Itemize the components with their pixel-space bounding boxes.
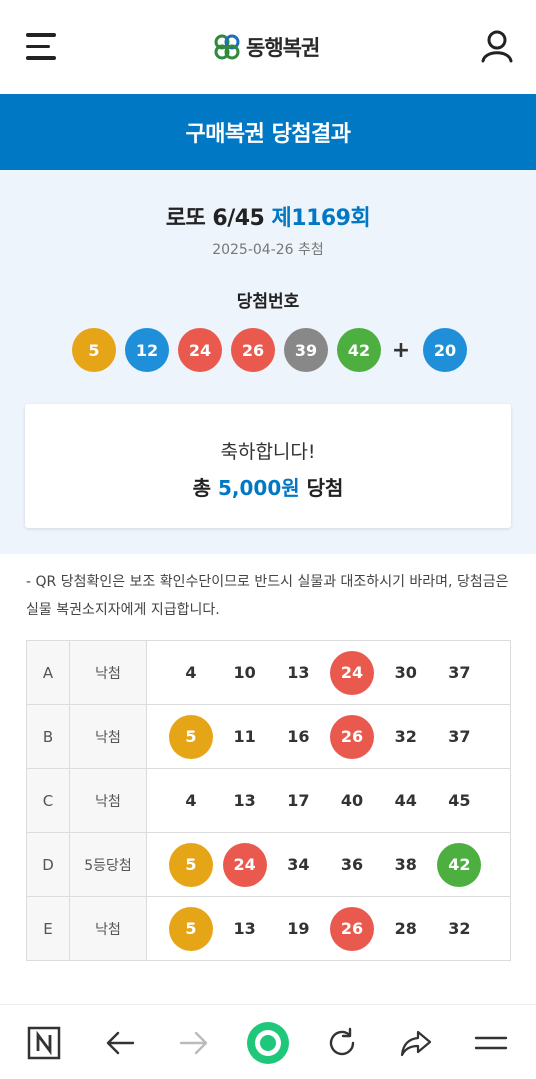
prize-prefix: 총: [192, 476, 218, 500]
page-title: 구매복권 당첨결과: [185, 122, 351, 147]
ticket-number: 45: [448, 791, 471, 810]
ticket-status: 낙첨: [69, 896, 147, 961]
ticket-status: 낙첨: [69, 704, 147, 769]
refresh-icon[interactable]: [324, 1025, 360, 1061]
ticket-game-letter: E: [26, 896, 70, 961]
page-title-bar: 구매복권 당첨결과: [0, 94, 536, 170]
ticket-game-letter: C: [26, 768, 70, 833]
logo-text: 동행복권: [246, 36, 320, 60]
round-number: 제1169회: [271, 206, 371, 231]
ticket-number: 4: [185, 791, 197, 810]
bonus-ball: 20: [423, 328, 467, 372]
prize-suffix: 당첨: [299, 476, 344, 500]
winning-ball: 39: [284, 328, 328, 372]
n-logo-icon[interactable]: [26, 1025, 62, 1061]
ticket-row: E 낙첨 5 13 19 26 28 32: [26, 896, 511, 961]
ticket-table: A 낙첨 4 10 13 24 30 37 B 낙첨 5 11 16 26 32 37 C 낙첨 4 13 17 40 44…: [26, 640, 511, 961]
ticket-number: 36: [340, 855, 364, 874]
ticket-number-matched: 24: [330, 650, 375, 695]
winning-numbers-label: 당첨번호: [236, 292, 300, 312]
round-title: 로또 6/45 제1169회: [0, 200, 536, 232]
ticket-numbers: 5 13 19 26 28 32: [146, 896, 511, 961]
ticket-row: A 낙첨 4 10 13 24 30 37: [26, 640, 511, 705]
ticket-number-matched: 5: [169, 842, 213, 887]
ticket-number: 37: [448, 727, 471, 746]
ticket-number: 10: [233, 663, 256, 682]
qr-notice: - QR 당첨확인은 보조 확인수단이므로 반드시 실물과 대조하시기 바라며,…: [26, 574, 509, 618]
ticket-number-matched: 42: [437, 842, 482, 887]
ticket-number-matched: 26: [330, 714, 375, 759]
ticket-number: 38: [394, 855, 417, 874]
ticket-row: D 5등당첨 5 24 34 36 38 42: [26, 832, 511, 897]
congrats-message: 축하합니다!: [220, 441, 316, 463]
ticket-number: 16: [287, 727, 310, 746]
ticket-numbers: 5 24 34 36 38 42: [146, 832, 511, 897]
menu-lines-icon[interactable]: [473, 1025, 509, 1061]
ticket-number: 4: [185, 663, 197, 682]
ticket-number-matched: 5: [169, 714, 213, 759]
ticket-status: 5등당첨: [69, 832, 147, 897]
ticket-number: 40: [340, 791, 364, 810]
ticket-number: 34: [287, 855, 310, 874]
back-arrow-icon[interactable]: [102, 1025, 138, 1061]
ticket-status: 낙첨: [69, 640, 147, 705]
ticket-number: 37: [448, 663, 471, 682]
forward-arrow-icon[interactable]: [176, 1025, 212, 1061]
ticket-number: 13: [233, 919, 256, 938]
ticket-numbers: 4 10 13 24 30 37: [146, 640, 511, 705]
winning-ball: 5: [72, 328, 116, 372]
congrats-card: 축하합니다! 총 5,000원 당첨: [25, 404, 511, 528]
ticket-game-letter: B: [26, 704, 70, 769]
browser-bottom-bar: [0, 1004, 536, 1079]
clover-logo-icon: [214, 34, 240, 60]
ticket-row: C 낙첨 4 13 17 40 44 45: [26, 768, 511, 833]
ticket-number: 17: [287, 791, 310, 810]
winning-ball: 24: [178, 328, 222, 372]
ticket-number: 13: [233, 791, 256, 810]
user-icon[interactable]: [479, 28, 515, 64]
ticket-number: 13: [287, 663, 310, 682]
winning-ball: 42: [337, 328, 381, 372]
ticket-number-matched: 24: [222, 842, 267, 887]
share-icon[interactable]: [398, 1025, 434, 1061]
winning-ball: 26: [231, 328, 275, 372]
ticket-number-matched: 26: [330, 906, 375, 951]
prize-total: 총 5,000원 당첨: [25, 472, 511, 501]
ticket-number: 28: [394, 919, 417, 938]
top-header: 동행복권: [0, 0, 536, 94]
ticket-number: 32: [394, 727, 417, 746]
ticket-numbers: 5 11 16 26 32 37: [146, 704, 511, 769]
ticket-number: 11: [233, 727, 256, 746]
ticket-numbers: 4 13 17 40 44 45: [146, 768, 511, 833]
ticket-number: 32: [448, 919, 471, 938]
logo[interactable]: 동행복권: [212, 31, 320, 63]
ticket-game-letter: A: [26, 640, 70, 705]
winning-ball: 12: [125, 328, 169, 372]
ticket-number: 30: [394, 663, 417, 682]
prize-amount: 5,000원: [217, 476, 300, 500]
bonus-plus-sign: +: [391, 337, 411, 363]
home-circle-icon[interactable]: [246, 1021, 290, 1065]
ticket-number: 19: [287, 919, 310, 938]
ticket-status: 낙첨: [69, 768, 147, 833]
draw-date: 2025-04-26 추첨: [212, 242, 324, 258]
game-name: 로또 6/45: [165, 206, 272, 231]
ticket-number: 44: [394, 791, 417, 810]
ticket-number-matched: 5: [169, 906, 213, 951]
hamburger-menu-icon[interactable]: [26, 33, 56, 61]
ticket-row: B 낙첨 5 11 16 26 32 37: [26, 704, 511, 769]
winning-numbers: 5 12 24 26 39 42 +20: [72, 327, 476, 373]
ticket-game-letter: D: [26, 832, 70, 897]
